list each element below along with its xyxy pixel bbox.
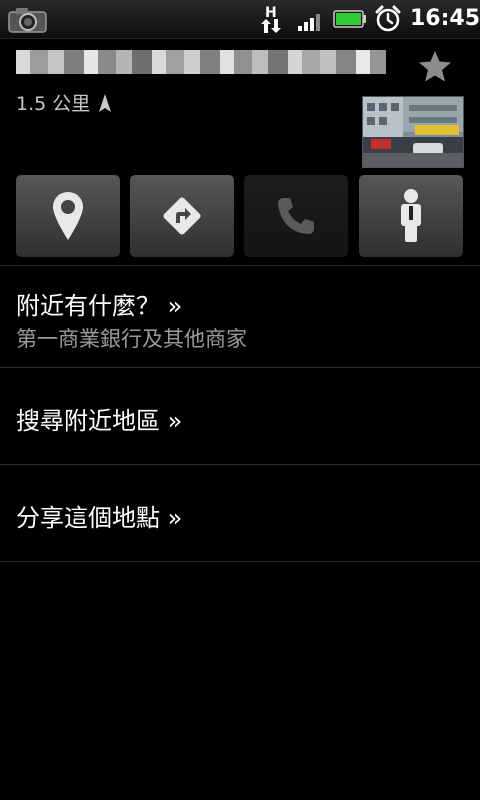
call-button[interactable] (244, 175, 348, 257)
search-nearby-title: 搜尋附近地區 » (16, 407, 183, 435)
place-photo-thumbnail[interactable] (362, 96, 464, 168)
distance-label: 1.5 公里 (16, 90, 112, 118)
camera-notification-icon (8, 6, 48, 34)
whats-nearby-item[interactable]: 附近有什麼？ » 第一商業銀行及其他商家 (0, 266, 480, 367)
battery-icon (333, 10, 367, 28)
status-time: 16:45 (410, 6, 480, 31)
map-pin-button[interactable] (16, 175, 120, 257)
search-nearby-item[interactable]: 搜尋附近地區 » (0, 368, 480, 464)
status-bar: H 16:45 (0, 0, 480, 39)
whats-nearby-subtitle: 第一商業銀行及其他商家 (16, 327, 247, 351)
phone-icon (278, 198, 314, 234)
place-name-pixelated (16, 50, 386, 80)
directions-icon (163, 197, 201, 235)
directions-button[interactable] (130, 175, 234, 257)
network-h-icon: H (258, 3, 286, 35)
svg-text:H: H (265, 5, 277, 21)
direction-arrow-icon (98, 93, 112, 113)
action-bar (0, 175, 480, 259)
share-place-title: 分享這個地點 » (16, 504, 183, 532)
street-view-button[interactable] (359, 175, 463, 257)
pegman-icon (401, 189, 421, 242)
distance-value: 1.5 公里 (16, 93, 91, 115)
divider (0, 561, 480, 562)
whats-nearby-title: 附近有什麼？ » (16, 292, 183, 320)
alarm-icon (374, 5, 402, 33)
star-icon[interactable] (416, 48, 454, 86)
signal-icon (297, 10, 325, 32)
place-menu: 附近有什麼？ » 第一商業銀行及其他商家 搜尋附近地區 » 分享這個地點 » (0, 265, 480, 562)
place-header: 1.5 公里 (0, 38, 480, 168)
map-pin-icon (53, 192, 83, 240)
share-place-item[interactable]: 分享這個地點 » (0, 465, 480, 561)
